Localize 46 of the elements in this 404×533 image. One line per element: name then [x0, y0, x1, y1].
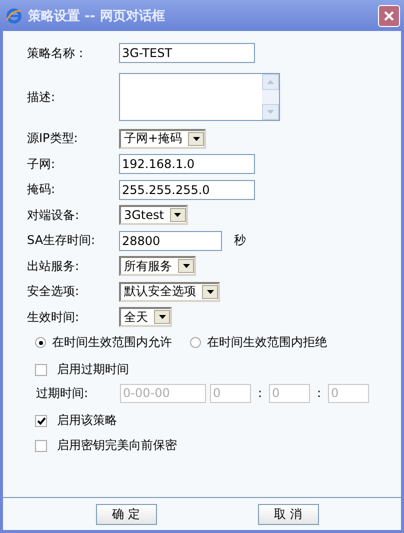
field-label: 安全选项:	[27, 283, 80, 300]
cancel-button[interactable]: 取 消	[258, 504, 318, 524]
caret-icon	[182, 264, 190, 268]
caret-icon	[192, 136, 200, 141]
checkbox-option[interactable]: 启用密钥完美向前保密	[35, 433, 177, 458]
field-label: 过期时间:	[36, 384, 90, 402]
up-arrow-icon	[267, 80, 274, 84]
field-label: 策略名称：	[27, 44, 88, 62]
close-icon	[383, 10, 395, 22]
field-label: 对端设备:	[27, 206, 80, 224]
field-label: 源IP类型:	[27, 130, 79, 148]
checkbox-option[interactable]: 启用该策略	[35, 408, 117, 433]
text-field[interactable]: 255.255.255.0	[119, 180, 255, 200]
window-title: 策略设置 -- 网页对话框	[28, 8, 166, 24]
browser-icon	[6, 8, 22, 24]
radio-button[interactable]	[190, 337, 201, 348]
close-button[interactable]	[378, 4, 400, 26]
dropdown[interactable]: 所有服务	[119, 256, 196, 276]
scrollbar[interactable]	[262, 74, 279, 120]
description-field[interactable]	[119, 73, 280, 121]
field-label: 描述:	[27, 88, 56, 106]
field-label: SA生存时间:	[27, 232, 96, 250]
text-field[interactable]: 3G-TEST	[119, 43, 255, 63]
field-label: 生效时间:	[27, 308, 80, 326]
dropdown[interactable]: 3Gtest	[119, 205, 188, 226]
caret-icon	[206, 290, 214, 294]
text-field[interactable]: 28800	[119, 230, 222, 251]
unit-label: 秒	[234, 232, 246, 250]
ok-button[interactable]: 确 定	[96, 504, 156, 524]
checkbox-option[interactable]: 启用过期时间	[35, 357, 129, 382]
check-icon	[36, 416, 46, 424]
caret-icon	[174, 213, 182, 218]
dropdown[interactable]: 默认安全选项	[119, 282, 220, 302]
radio-button[interactable]	[35, 337, 46, 348]
caret-icon	[158, 315, 166, 320]
dropdown[interactable]: 全天	[119, 307, 172, 328]
time-separator: :	[316, 386, 322, 400]
dropdown[interactable]: 子网+掩码	[119, 128, 206, 149]
radio-option[interactable]: 在时间生效范围内允许	[35, 334, 172, 351]
field-label: 掩码:	[27, 181, 56, 198]
field-label: 出站服务:	[27, 258, 80, 275]
field-label: 子网:	[27, 156, 56, 173]
down-arrow-icon	[267, 110, 274, 114]
time-separator: :	[256, 386, 264, 400]
text-field[interactable]: 192.168.1.0	[119, 154, 255, 174]
radio-option[interactable]: 在时间生效范围内拒绝	[190, 334, 327, 351]
